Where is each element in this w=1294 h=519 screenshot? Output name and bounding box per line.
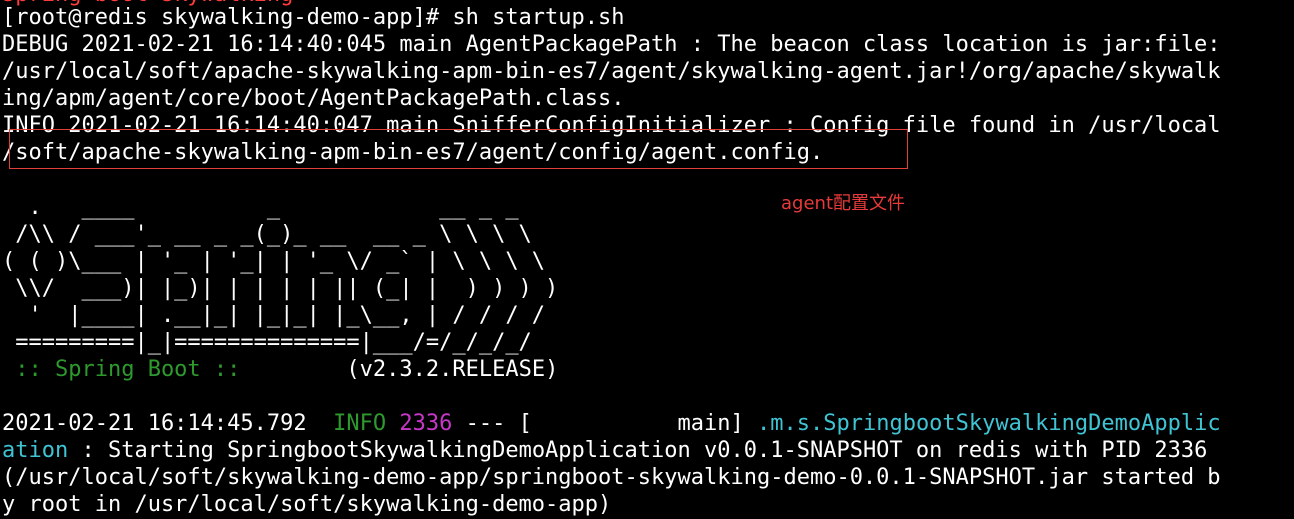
spring-boot-label: :: Spring Boot :: bbox=[2, 357, 254, 382]
spring-banner-line: =========|_|==============|___/=/_/_/_/ bbox=[2, 330, 532, 355]
spring-boot-version: (v2.3.2.RELEASE) bbox=[253, 357, 559, 382]
log-timestamp: 2021-02-21 16:14:45.792 bbox=[2, 411, 307, 436]
agent-config-highlight-box bbox=[9, 129, 908, 169]
agent-log-line: DEBUG 2021-02-21 16:14:40:045 main Agent… bbox=[2, 32, 1221, 57]
agent-log-line: /usr/local/soft/apache-skywalking-apm-bi… bbox=[2, 59, 1221, 84]
spring-banner-line: \\/ ___)| |_)| | | | | || (_| | ) ) ) ) bbox=[2, 276, 559, 301]
log-logger-continued: ation bbox=[2, 438, 69, 463]
log-level: INFO bbox=[333, 411, 387, 436]
app-log-line: 2021-02-21 16:14:45.792 INFO 2336 --- [ … bbox=[2, 410, 1221, 437]
shell-prompt-line: [root@redis skywalking-demo-app]# sh sta… bbox=[2, 5, 625, 30]
log-logger: .m.s.SpringbootSkywalkingDemoApplic bbox=[757, 411, 1221, 436]
spring-banner-line: ' |____| .__|_| |_|_| |_\__, | / / / / bbox=[2, 303, 546, 328]
log-thread: --- [ main] bbox=[452, 411, 757, 436]
agent-config-annotation: agent配置文件 bbox=[781, 193, 905, 214]
log-message: : Starting SpringbootSkywalkingDemoAppli… bbox=[68, 438, 1208, 463]
terminal-window[interactable]: spring-boot-skywalking [root@redis skywa… bbox=[0, 0, 1294, 519]
spring-boot-version-line: :: Spring Boot :: (v2.3.2.RELEASE) bbox=[2, 356, 558, 383]
app-log-line: (/usr/local/soft/skywalking-demo-app/spr… bbox=[2, 465, 1221, 490]
agent-log-line: ing/apm/agent/core/boot/AgentPackagePath… bbox=[2, 86, 625, 111]
log-pid: 2336 bbox=[399, 411, 453, 436]
spring-banner-line: ( ( )\___ | '_ | '_| | '_ \/ _` | \ \ \ … bbox=[2, 249, 546, 274]
app-log-line: y root in /usr/local/soft/skywalking-dem… bbox=[2, 492, 612, 517]
app-log-line: ation : Starting SpringbootSkywalkingDem… bbox=[2, 437, 1207, 464]
spring-banner-line: /\\ / ___'_ __ _ _(_)_ __ __ _ \ \ \ \ bbox=[2, 222, 532, 247]
spring-banner-line: . ____ _ __ _ _ bbox=[2, 195, 519, 220]
